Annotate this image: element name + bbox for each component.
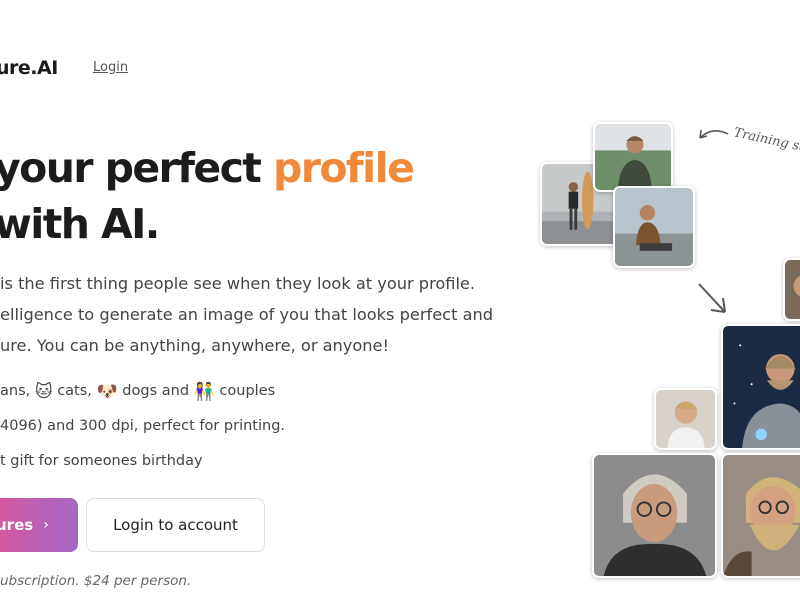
generated-portrait-small xyxy=(783,258,800,321)
hero-headline: your perfect profile with AI. xyxy=(0,140,415,252)
feature-list: ans, 🐱 cats, 🐶 dogs and 👫 couples 4096) … xyxy=(0,378,285,483)
couple-icon: 👫 xyxy=(193,382,215,402)
description-line: ure. You can be anything, anywhere, or a… xyxy=(0,336,389,355)
curved-arrow-icon xyxy=(692,124,732,152)
training-set-label: Training se xyxy=(732,125,800,156)
headline-text: your perfect xyxy=(0,144,273,192)
feature-text: couples xyxy=(214,383,276,399)
create-pictures-button[interactable]: ures › xyxy=(0,498,78,552)
feature-text: dogs and xyxy=(117,383,194,399)
generated-portrait-shirt xyxy=(654,388,717,450)
training-photo-seated xyxy=(613,186,695,268)
feature-resolution: 4096) and 300 dpi, perfect for printing. xyxy=(0,418,286,434)
brand-logo[interactable]: ure.AI xyxy=(0,57,58,79)
headline-line2: with AI. xyxy=(0,200,160,248)
feature-gift: t gift for someones birthday xyxy=(0,453,203,469)
description-line: elligence to generate an image of you th… xyxy=(0,305,494,324)
description-line: is the first thing people see when they … xyxy=(0,274,476,293)
login-link[interactable]: Login xyxy=(93,60,128,75)
feature-subjects: ans, 🐱 cats, 🐶 dogs and 👫 couples xyxy=(0,378,285,413)
generated-portrait-bearded xyxy=(721,453,800,578)
generated-portrait-astronaut xyxy=(721,324,800,450)
chevron-right-icon: › xyxy=(43,517,49,533)
training-photo-standing xyxy=(593,122,673,192)
headline-line1: your perfect profile xyxy=(0,144,415,192)
login-to-account-button[interactable]: Login to account xyxy=(86,498,265,552)
cat-icon: 🐱 xyxy=(34,382,53,402)
generated-portrait-wizard xyxy=(592,453,717,578)
dog-icon: 🐶 xyxy=(96,382,118,402)
pricing-footnote: ubscription. $24 per person. xyxy=(0,573,192,589)
arrow-down-right-icon xyxy=(693,278,733,318)
feature-text: cats, xyxy=(52,383,97,399)
headline-accent: profile xyxy=(272,144,415,192)
button-label: ures xyxy=(0,516,34,534)
feature-text: ans, xyxy=(0,383,35,399)
hero-description: is the first thing people see when they … xyxy=(0,268,520,361)
